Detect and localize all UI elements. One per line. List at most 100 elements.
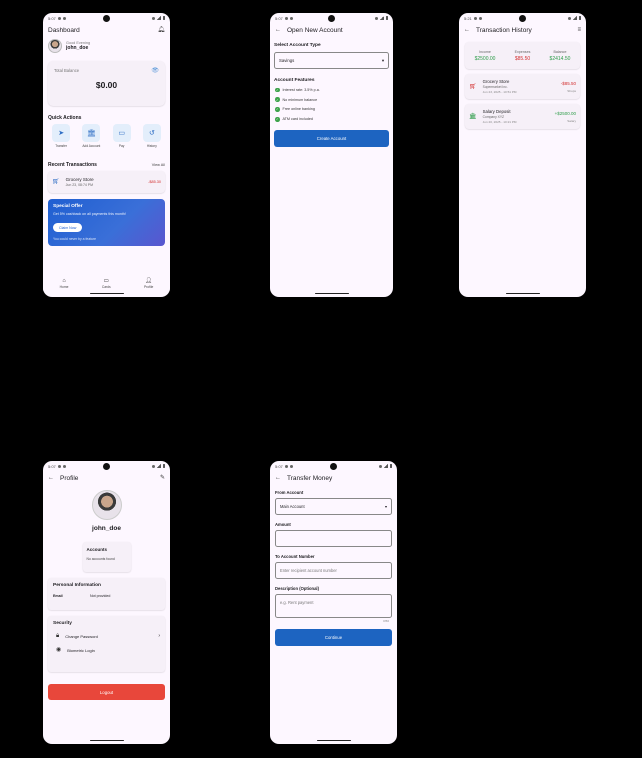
feature-item: ✓ ATM card included [270, 114, 393, 124]
app-bar: ← Transfer Money [270, 471, 397, 485]
avatar[interactable] [48, 39, 62, 53]
status-time: 5:21 [464, 15, 472, 21]
claim-now-button[interactable]: Claim Now [53, 223, 83, 232]
home-icon: ⌂ [62, 277, 66, 284]
person-icon: 👤︎ [145, 277, 153, 284]
profile-screen: 5:07 ← Profile ✎ john_doe Accounts No ac… [43, 461, 170, 744]
home-indicator [505, 292, 540, 294]
home-indicator [89, 292, 124, 294]
logout-button[interactable]: Logout [48, 684, 165, 700]
back-arrow-icon[interactable]: ← [464, 27, 470, 33]
summary-value: $2500.00 [474, 55, 496, 62]
signal-icon [156, 464, 161, 468]
personal-info-card: Personal Information Email Not provided [48, 578, 165, 610]
edit-icon[interactable]: ✎ [160, 475, 165, 481]
from-account-select[interactable]: Main Account ▾ [275, 498, 392, 515]
bank-icon: 🏛︎ [469, 113, 477, 120]
signal-icon [156, 16, 161, 20]
camera-cutout [519, 15, 526, 22]
status-bar: 5:07 [270, 461, 397, 471]
home-indicator [314, 292, 349, 294]
create-account-button[interactable]: Create Account [274, 130, 389, 148]
app-bar: ← Profile ✎ [43, 471, 170, 485]
dropdown-arrow-icon: ▾ [384, 504, 387, 509]
change-password-row[interactable]: 🔒︎ Change Password › [53, 629, 160, 643]
biometric-login-row[interactable]: ◉ Biometric Login [53, 643, 160, 657]
back-arrow-icon[interactable]: ← [275, 475, 281, 481]
quick-actions: ➤ Transfer 🏛︎ Add Account ▭ Pay ↺ Histor… [43, 121, 170, 148]
from-account-value: Main Account [280, 504, 305, 509]
check-icon: ✓ [275, 117, 280, 122]
bottom-nav: ⌂ Home ▭ Cards 👤︎ Profile [43, 275, 170, 291]
bell-icon[interactable]: 🔔︎ [157, 27, 165, 33]
to-account-input[interactable]: Enter recipient account number [275, 562, 392, 579]
summary-value: $85.50 [514, 55, 531, 62]
history-item[interactable]: 🏛︎ Salary Deposit Company XYZ Jun 20, 20… [465, 104, 580, 129]
feature-item: ✓ Interest rate: 3.5% p.a. [270, 85, 393, 95]
battery-icon [578, 16, 581, 20]
quick-action-add-account[interactable]: 🏛︎ Add Account [82, 124, 101, 148]
eye-icon[interactable]: 👁︎ [151, 67, 159, 74]
back-arrow-icon[interactable]: ← [48, 475, 54, 481]
history-icon: ↺ [148, 130, 155, 137]
quick-action-transfer[interactable]: ➤ Transfer [52, 124, 71, 148]
signal-icon [383, 464, 388, 468]
nav-home[interactable]: ⌂ Home [60, 278, 69, 289]
account-type-select[interactable]: Savings ▾ [274, 52, 389, 69]
email-label: Email [53, 594, 63, 598]
avatar[interactable] [91, 490, 122, 520]
history-amount: +$2500.00 [554, 110, 576, 116]
personal-info-title: Personal Information [53, 583, 101, 588]
balance-card: Total Balance 👁︎ $0.00 [48, 61, 165, 106]
fingerprint-icon: ◉ [56, 647, 62, 653]
back-arrow-icon[interactable]: ← [275, 27, 281, 33]
summary-balance: Balance $2414.50 [550, 50, 571, 62]
summary-card: Income $2500.00 Expenses $85.50 Balance … [465, 42, 580, 69]
app-bar: ← Open New Account [270, 23, 393, 37]
offer-title: Special Offer [53, 203, 83, 209]
open-account-screen: 5:07 ← Open New Account Select Account T… [270, 13, 393, 297]
description-input[interactable]: e.g. Rent payment [275, 594, 392, 618]
accounts-empty-text: No accounts found [86, 557, 115, 561]
nav-cards[interactable]: ▭ Cards [102, 278, 111, 289]
recent-title: Recent Transactions [48, 161, 97, 168]
bank-icon: 🏛︎ [86, 130, 96, 137]
lock-icon: 🔒︎ [56, 633, 60, 639]
profile-username: john_doe [92, 525, 121, 532]
amount-input[interactable] [275, 530, 392, 547]
status-time: 5:07 [275, 15, 283, 21]
camera-cutout [103, 463, 110, 470]
history-name: Salary Deposit [482, 109, 511, 114]
description-label: Description (Optional) [275, 586, 319, 591]
nav-profile[interactable]: 👤︎ Profile [144, 278, 153, 289]
nav-label: Profile [143, 284, 154, 289]
quick-action-pay[interactable]: ▭ Pay [112, 124, 131, 148]
quick-action-history[interactable]: ↺ History [142, 124, 161, 148]
check-icon: ✓ [275, 107, 280, 112]
transaction-card[interactable]: 🛒︎ Grocery Store Jun 23, 08:74 PM -$85.3… [48, 170, 165, 193]
card-icon: ▭ [103, 277, 109, 284]
quick-action-label: Add Account [82, 143, 101, 148]
camera-cutout [330, 463, 337, 470]
chevron-right-icon: › [158, 633, 160, 639]
home-indicator [89, 739, 124, 741]
home-indicator [316, 739, 351, 741]
balance-value: $0.00 [95, 80, 118, 90]
status-bar: 5:07 [43, 13, 170, 23]
summary-expenses: Expenses $85.50 [515, 50, 531, 62]
feature-text: ATM card included [282, 117, 313, 122]
special-offer-banner: Special Offer Get 5% cashback on all pay… [48, 198, 165, 246]
quick-action-label: Transfer [55, 143, 67, 148]
view-all-link[interactable]: View All [152, 163, 165, 167]
history-name: Grocery Store [482, 79, 510, 84]
continue-button[interactable]: Continue [275, 629, 392, 646]
battery-icon [162, 16, 165, 20]
send-icon: ➤ [58, 130, 65, 137]
filter-icon[interactable]: ≡ [577, 27, 581, 33]
cart-icon: 🛒︎ [52, 178, 60, 185]
history-item[interactable]: 🛒︎ Grocery Store Supermarket Inc. Jun 23… [465, 74, 580, 99]
camera-cutout [328, 15, 335, 22]
battery-icon [385, 16, 388, 20]
battery-icon [389, 464, 392, 468]
history-category: Shops [567, 88, 576, 93]
